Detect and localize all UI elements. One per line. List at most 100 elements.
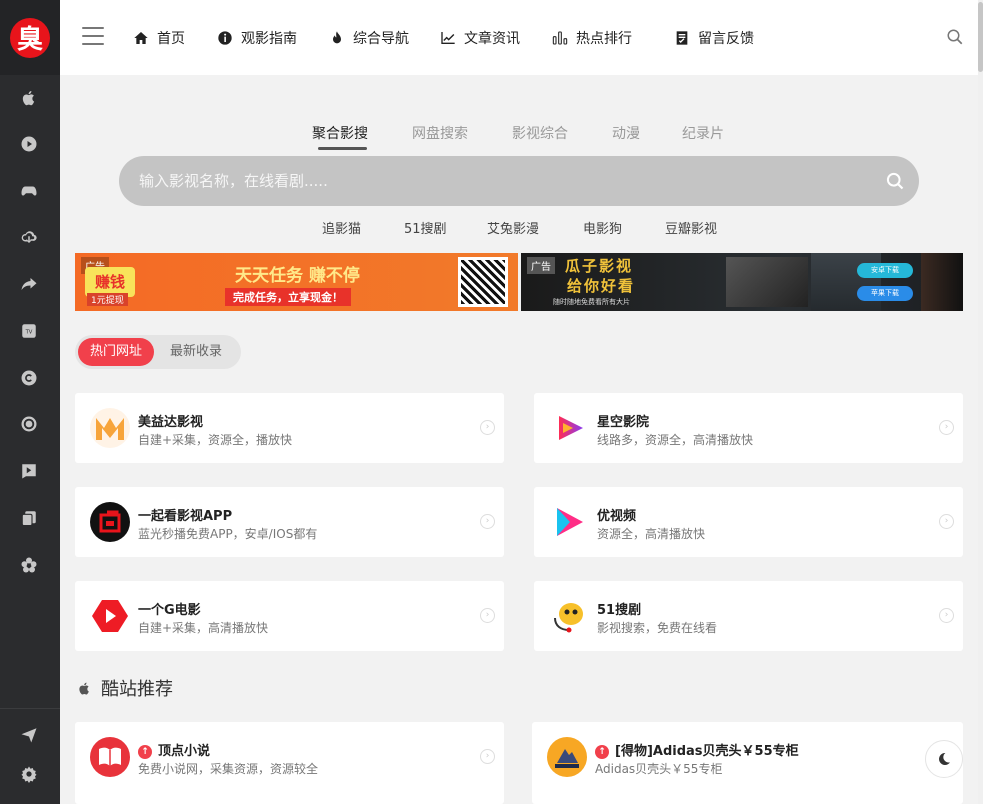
card-title: 优视频 xyxy=(597,509,637,524)
ad-headline: 天天任务 赚不停 xyxy=(235,266,360,286)
copy-icon[interactable] xyxy=(18,507,40,529)
chevron-right-icon[interactable]: › xyxy=(939,514,954,529)
record-icon[interactable] xyxy=(18,413,40,435)
flower-icon[interactable] xyxy=(18,554,40,576)
site-logo[interactable]: 臭 xyxy=(10,17,50,58)
card-title: 一起看影视APP xyxy=(138,509,233,524)
ad-subline: 完成任务，立享现金！ xyxy=(225,288,351,306)
site-card[interactable]: 一起看影视APP 蓝光秒播免费APP，安卓/IOS都有 › xyxy=(75,487,504,557)
nav-navigation[interactable]: 综合导航 xyxy=(329,27,409,49)
card-title: 星空影院 xyxy=(597,415,650,430)
play-icon[interactable] xyxy=(18,133,40,155)
tab-documentary[interactable]: 纪录片 xyxy=(682,123,724,143)
card-title: ↑ 顶点小说 xyxy=(138,740,210,759)
ad-poster-image-3 xyxy=(921,253,963,311)
send-icon[interactable] xyxy=(18,724,40,746)
card-desc: Adidas贝壳头￥55专柜 xyxy=(595,762,723,776)
ios-download-button[interactable]: 苹果下载 xyxy=(857,286,913,301)
sub-link-douban[interactable]: 豆瓣影视 xyxy=(665,218,717,237)
site-card[interactable]: 一个G电影 自建+采集，高清播放快 › xyxy=(75,581,504,651)
video-chat-icon[interactable] xyxy=(18,460,40,482)
sub-link-dianyinggou[interactable]: 电影狗 xyxy=(583,218,622,237)
card-title: 一个G电影 xyxy=(138,603,201,618)
tab-anime[interactable]: 动漫 xyxy=(612,123,640,143)
tab-aggregate-search[interactable]: 聚合影搜 xyxy=(312,123,368,143)
tv-icon[interactable]: TV xyxy=(18,320,40,342)
nav-navigation-label: 综合导航 xyxy=(353,31,409,47)
cloud-download-icon[interactable] xyxy=(18,226,40,248)
card-desc: 影视搜索，免费在线看 xyxy=(597,621,718,635)
chevron-right-icon[interactable]: › xyxy=(939,608,954,623)
chevron-right-icon[interactable]: › xyxy=(480,514,495,529)
sub-link-zhuiyingmao[interactable]: 追影猫 xyxy=(322,218,361,237)
share-icon[interactable] xyxy=(18,273,40,295)
ad-poster-image xyxy=(726,257,808,307)
dewu-logo-icon xyxy=(547,737,587,777)
logo-area[interactable]: 臭 xyxy=(0,0,60,75)
nav-articles[interactable]: 文章资讯 xyxy=(440,27,520,49)
svg-text:TV: TV xyxy=(25,329,33,335)
chevron-right-icon[interactable]: › xyxy=(939,420,954,435)
note-icon xyxy=(676,31,688,45)
settings-icon[interactable] xyxy=(18,763,40,785)
cool-site-card[interactable]: ↑ [得物]Adidas贝壳头￥55专柜 Adidas贝壳头￥55专柜 xyxy=(532,722,963,804)
chevron-right-icon[interactable]: › xyxy=(480,749,495,764)
section-title-label: 酷站推荐 xyxy=(101,679,173,700)
card-title: ↑ [得物]Adidas贝壳头￥55专柜 xyxy=(595,740,799,759)
header-search-icon[interactable] xyxy=(946,28,964,46)
cool-site-card[interactable]: ↑ 顶点小说 免费小说网，采集资源，资源较全 › xyxy=(75,722,504,804)
home-icon xyxy=(134,32,148,44)
card-desc: 自建+采集，资源全，播放快 xyxy=(138,433,293,447)
search-icon[interactable] xyxy=(885,171,905,191)
nav-ranking-label: 热点排行 xyxy=(576,31,632,47)
card-desc: 自建+采集，高清播放快 xyxy=(138,621,269,635)
site-filter-pills: 热门网址 最新收录 xyxy=(75,335,241,369)
meiyida-logo-icon xyxy=(90,408,130,448)
bars-icon xyxy=(552,31,568,45)
tab-netdisk-search[interactable]: 网盘搜索 xyxy=(412,123,468,143)
card-title: 美益达影视 xyxy=(138,415,204,430)
chevron-right-icon[interactable]: › xyxy=(480,608,495,623)
nav-feedback[interactable]: 留言反馈 xyxy=(674,27,754,49)
pill-hot-sites[interactable]: 热门网址 xyxy=(78,338,155,366)
chevron-right-icon[interactable]: › xyxy=(480,420,495,435)
search-bar xyxy=(119,156,919,206)
site-card[interactable]: 优视频 资源全，高清播放快 › xyxy=(534,487,963,557)
apple-icon[interactable] xyxy=(18,87,40,109)
sub-link-aitu[interactable]: 艾兔影漫 xyxy=(487,218,539,237)
search-input[interactable] xyxy=(139,156,839,206)
copyright-icon[interactable] xyxy=(18,367,40,389)
dark-mode-toggle[interactable] xyxy=(925,740,963,778)
qr-code xyxy=(458,257,508,307)
nav-home-label: 首页 xyxy=(157,31,185,47)
gamepad-icon[interactable] xyxy=(18,180,40,202)
section-title: 酷站推荐 xyxy=(77,675,173,701)
page-scrollbar[interactable] xyxy=(978,0,983,804)
android-download-button[interactable]: 安卓下载 xyxy=(857,263,913,278)
site-card[interactable]: 星空影院 线路多，资源全，高清播放快 › xyxy=(534,393,963,463)
cash-badge-sub: 1元提现 xyxy=(87,293,128,306)
ad-brand-slogan: 给你好看 xyxy=(567,277,636,295)
tab-film-general[interactable]: 影视综合 xyxy=(512,123,568,143)
hot-badge-icon: ↑ xyxy=(138,745,152,759)
ad-banner-tasks[interactable]: 广告 赚钱 1元提现 天天任务 赚不停 完成任务，立享现金！ xyxy=(75,253,518,311)
site-card[interactable]: 美益达影视 自建+采集，资源全，播放快 › xyxy=(75,393,504,463)
nav-home[interactable]: 首页 xyxy=(133,27,185,49)
left-sidebar: 臭 TV xyxy=(0,0,60,804)
nav-guide[interactable]: 观影指南 xyxy=(217,27,297,49)
youshipin-logo-icon xyxy=(549,502,589,542)
card-desc: 蓝光秒播免费APP，安卓/IOS都有 xyxy=(138,527,318,541)
fire-icon xyxy=(333,31,341,44)
sub-link-51soju[interactable]: 51搜剧 xyxy=(404,218,447,237)
nav-ranking[interactable]: 热点排行 xyxy=(552,27,632,49)
site-card[interactable]: 51搜剧 影视搜索，免费在线看 › xyxy=(534,581,963,651)
info-icon xyxy=(218,31,232,45)
card-desc: 免费小说网，采集资源，资源较全 xyxy=(138,762,319,776)
menu-toggle-icon[interactable] xyxy=(82,27,104,47)
ad-brand-title: 瓜子影视 xyxy=(565,257,634,275)
pill-latest[interactable]: 最新收录 xyxy=(158,338,234,366)
card-desc: 线路多，资源全，高清播放快 xyxy=(597,433,754,447)
card-title-text: [得物]Adidas贝壳头￥55专柜 xyxy=(615,744,799,759)
yiqikan-logo-icon xyxy=(90,502,130,542)
ad-banner-guazi[interactable]: 广告 瓜子影视 给你好看 随时随地免费看所有大片 安卓下载 苹果下载 xyxy=(521,253,963,311)
